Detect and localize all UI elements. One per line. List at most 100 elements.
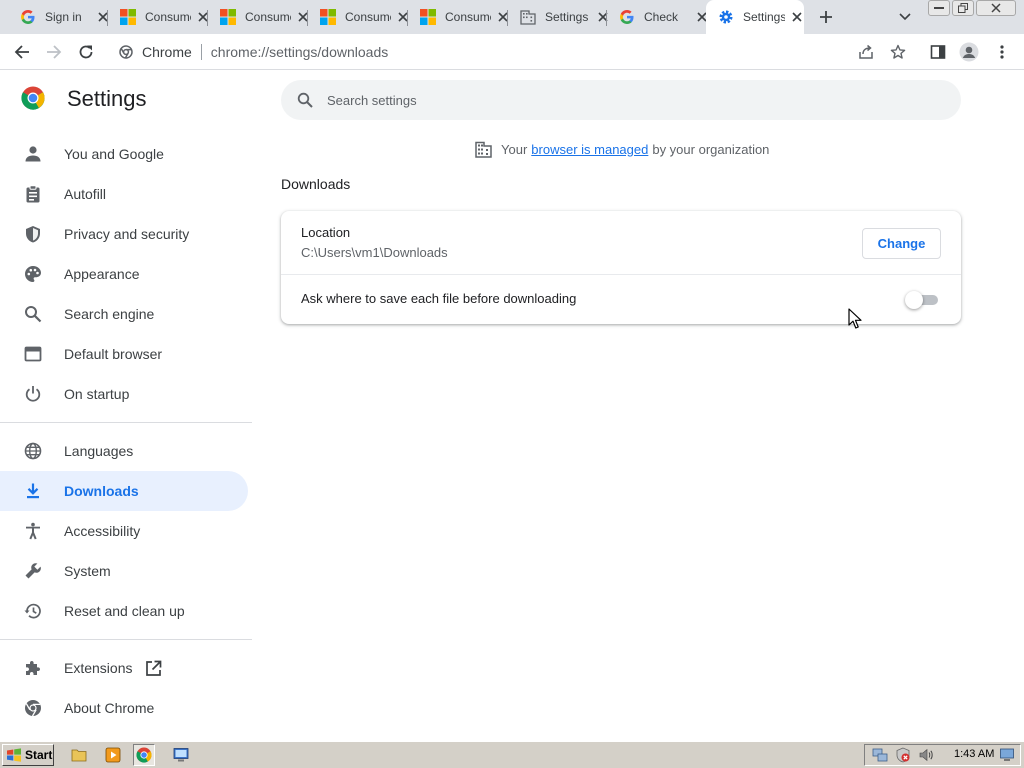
microsoft-icon [320,9,336,25]
ask-where-label: Ask where to save each file before downl… [301,291,577,306]
chrome-taskbar-button[interactable] [133,744,155,766]
minimize-button[interactable] [928,0,950,16]
new-tab-button[interactable] [815,6,837,28]
address-bar[interactable]: Chrome chrome://settings/downloads [108,37,848,67]
google-icon [619,9,635,25]
settings-gear-icon [718,9,734,25]
sidebar-item-reset-and-clean-up[interactable]: Reset and clean up [0,591,248,631]
tab-consumer-1[interactable]: Consumer [108,0,211,34]
folder-icon[interactable] [70,746,88,764]
sidebar-item-search-engine[interactable]: Search engine [0,294,248,334]
tab-consumer-4[interactable]: Consumer [408,0,511,34]
tab-title: Settings [743,10,786,24]
tab-consumer-2[interactable]: Consumer [208,0,311,34]
reload-button[interactable] [74,40,98,64]
close-icon [991,3,1001,13]
kebab-menu-icon [1000,45,1004,59]
sidebar-item-downloads[interactable]: Downloads [0,471,248,511]
tab-strip: Sign in Consumer Consumer Consumer Consu… [0,0,1024,34]
chrome-site-icon [118,44,134,60]
start-button[interactable]: Start [2,744,54,766]
tab-check[interactable]: Check [607,0,710,34]
location-label: Location [301,225,351,240]
sidebar-divider [0,639,252,640]
volume-icon[interactable] [918,747,934,763]
puzzle-icon [23,658,43,678]
clock[interactable]: 1:43 AM [954,748,994,760]
tab-search-button[interactable] [894,6,916,28]
network-icon[interactable] [872,747,888,763]
sidebar-item-on-startup[interactable]: On startup [0,374,248,414]
google-icon [20,9,36,25]
sidebar-item-system[interactable]: System [0,551,248,591]
tab-title: Consumer [145,10,191,24]
tab-sign-in[interactable]: Sign in [8,0,111,34]
browser-toolbar: Chrome chrome://settings/downloads [0,34,1024,70]
mouse-cursor-icon [848,308,862,329]
sidebar-item-label: Appearance [64,266,140,282]
close-window-button[interactable] [976,0,1016,16]
sidebar-item-autofill[interactable]: Autofill [0,174,248,214]
search-input[interactable] [327,92,927,108]
building-icon [520,9,536,25]
menu-button[interactable] [990,40,1014,64]
wrench-icon [23,561,43,581]
sidebar-item-label: You and Google [64,146,164,162]
change-button[interactable]: Change [862,228,941,259]
side-panel-icon [930,45,946,59]
sidebar-item-label: Reset and clean up [64,603,185,619]
back-arrow-icon [14,45,29,59]
reload-icon [79,45,93,59]
tab-title: Consumer [345,10,391,24]
accessibility-icon [23,521,43,541]
sidebar-item-you-and-google[interactable]: You and Google [0,134,248,174]
forward-arrow-icon [47,45,62,59]
close-tab-icon[interactable] [789,9,804,25]
profile-button[interactable] [957,40,981,64]
share-icon [859,44,873,59]
avatar-icon [959,42,979,62]
ask-where-toggle[interactable] [905,291,939,309]
start-label: Start [25,748,53,762]
side-panel-button[interactable] [926,40,950,64]
chrome-icon [136,747,152,763]
toggle-knob [905,291,923,309]
settings-search[interactable] [281,80,961,120]
sidebar-item-extensions[interactable]: Extensions [0,648,248,688]
tab-consumer-3[interactable]: Consumer [308,0,411,34]
bookmark-button[interactable] [886,40,910,64]
sidebar-divider [0,422,252,423]
sidebar-item-label: Downloads [64,483,139,499]
security-alert-icon[interactable] [895,747,911,763]
browser-window-icon [23,344,43,364]
sidebar-item-label: Languages [64,443,134,459]
desktop-status-icon[interactable] [999,747,1015,763]
sidebar-item-privacy-and-security[interactable]: Privacy and security [0,214,248,254]
plus-icon [820,11,832,23]
sidebar-item-about-chrome[interactable]: About Chrome [0,688,248,728]
sidebar-item-languages[interactable]: Languages [0,431,248,471]
managed-link[interactable]: browser is managed [531,142,648,157]
sidebar-item-accessibility[interactable]: Accessibility [0,511,248,551]
chrome-icon [23,698,43,718]
tab-settings-managed[interactable]: Settings [508,0,611,34]
site-label: Chrome [142,44,192,60]
media-player-icon[interactable] [104,746,122,764]
tab-settings-active[interactable]: Settings [706,0,804,34]
search-icon [295,90,315,110]
managed-suffix: by your organization [652,141,770,157]
external-link-icon [144,659,162,677]
shield-icon [23,224,43,244]
sidebar-item-label: Accessibility [64,523,141,539]
back-button[interactable] [10,40,34,64]
share-button[interactable] [854,40,878,64]
restore-button[interactable] [952,0,974,16]
sidebar-item-appearance[interactable]: Appearance [0,254,248,294]
url-text[interactable]: chrome://settings/downloads [211,44,388,60]
sidebar-item-default-browser[interactable]: Default browser [0,334,248,374]
window-controls [928,0,1018,17]
remote-desktop-icon[interactable] [172,746,190,764]
forward-button[interactable] [42,40,66,64]
chrome-logo-icon [21,86,45,110]
tab-title: Sign in [45,10,82,24]
